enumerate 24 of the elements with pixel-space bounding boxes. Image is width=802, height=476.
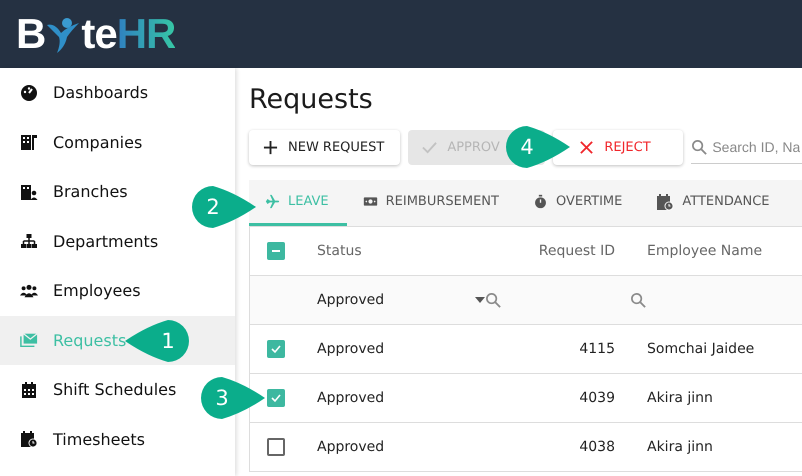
sidebar-label: Shift Schedules: [53, 380, 176, 400]
sidebar-label: Companies: [53, 132, 142, 152]
page-title: Requests: [249, 83, 374, 117]
step-tooltip: 3: [201, 377, 265, 419]
logo-text: B: [16, 10, 46, 58]
sidebar-label: Requests: [53, 330, 126, 350]
step-tooltip: 4: [506, 126, 570, 168]
step-tooltip: 1: [125, 320, 189, 362]
table-cell-text: 4039: [578, 390, 615, 406]
logo-text: te: [81, 10, 117, 58]
table-cell-text: Approved: [316, 390, 386, 406]
sidebar-label: Branches: [53, 182, 128, 202]
table-cell-text: 4038: [578, 439, 615, 455]
sidebar-label: Employees: [53, 281, 141, 300]
table-cell-text: Approved: [316, 341, 386, 357]
table-cell-text: Somchai Jaidee: [646, 341, 756, 357]
sidebar-label: Dashboards: [53, 83, 148, 102]
sidebar-label: Timesheets: [53, 430, 145, 449]
sidebar-label: Departments: [53, 232, 158, 251]
table-cell-text: Approved: [316, 439, 386, 455]
table-cell-text: Akira jinn: [646, 439, 714, 455]
step-tooltip: 2: [192, 186, 256, 228]
table-cell-text: Akira jinn: [646, 390, 714, 406]
table-cell-text: 4115: [578, 341, 615, 357]
